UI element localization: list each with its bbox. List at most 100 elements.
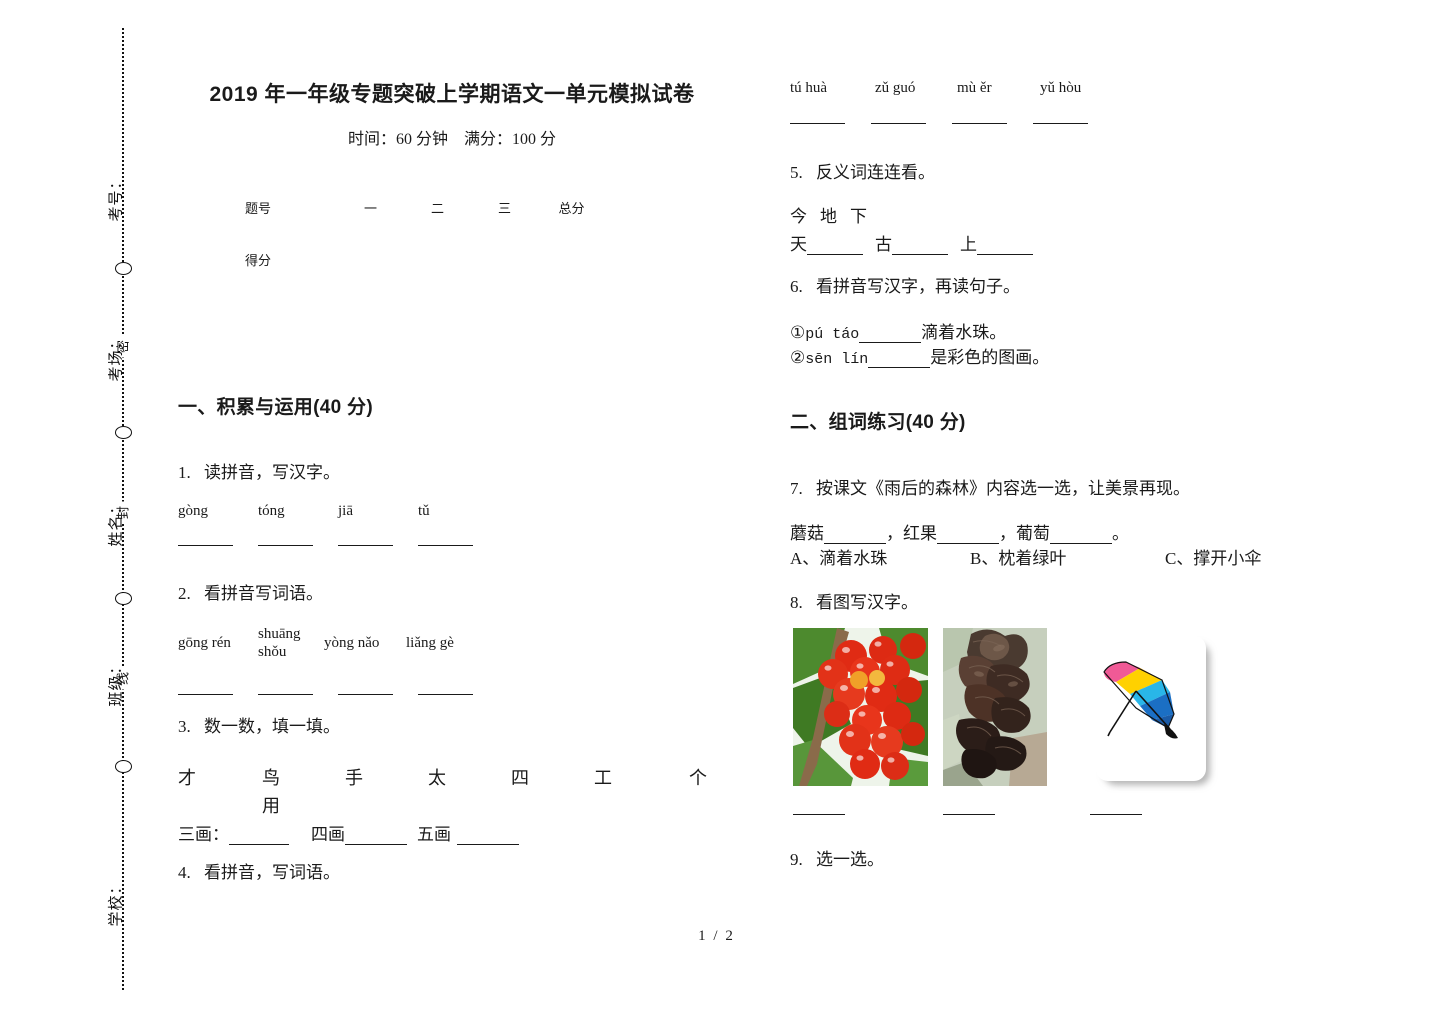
q3-stroke-blank-1[interactable]: [229, 830, 289, 845]
q1-pinyin-1: gòng: [178, 503, 208, 519]
q7-option-c[interactable]: C、撑开小伞: [1165, 549, 1261, 568]
q2-blank-3[interactable]: [338, 694, 393, 695]
question-8-blank-2-wrap: [943, 797, 995, 815]
question-6-text: 看拼音写汉字，再读句子。: [816, 277, 1020, 296]
q2-blank-1[interactable]: [178, 694, 233, 695]
question-3-stroke-blanks: 三画： 四画 五画: [178, 820, 519, 845]
q7-word-1: 蘑菇: [790, 524, 824, 543]
q7-word-2: 红果: [903, 524, 937, 543]
section-heading-2: 二、组词练习(40 分): [790, 412, 966, 433]
q7-option-b[interactable]: B、枕着绿叶: [970, 544, 1165, 569]
q7-punct-1: ，: [886, 524, 903, 543]
q7-blank-2[interactable]: [937, 529, 999, 544]
red-berries-svg: [793, 628, 928, 786]
page-title: 2019 年一年级专题突破上学期语文一单元模拟试卷: [209, 83, 695, 106]
seal-ring-3: [115, 592, 132, 605]
q8-blank-2[interactable]: [943, 814, 995, 815]
question-9-prompt: 9. 选一选。: [790, 845, 884, 870]
question-8-blank-3-wrap: [1090, 797, 1142, 815]
q1-pinyin-2: tóng: [258, 503, 285, 519]
q2-pinyin-1: gōng rén: [178, 635, 231, 651]
q6-tail-1: 滴着水珠。: [921, 323, 1007, 342]
score-cell-2[interactable]: [404, 250, 471, 302]
q5-blank-3[interactable]: [977, 240, 1033, 255]
q4-pinyin-2: zǔ guó: [875, 80, 916, 96]
page-footer: 1 / 2: [698, 928, 735, 944]
seal-ring-2: [115, 426, 132, 439]
q8-blank-3[interactable]: [1090, 814, 1142, 815]
question-1-prompt: 1. 读拼音，写汉字。: [178, 458, 340, 483]
q3-char-1: 才: [178, 768, 196, 788]
question-5-text: 反义词连连看。: [816, 163, 935, 182]
seal-ring-1: [115, 262, 132, 275]
q2-pinyin-3: yòng nǎo: [324, 635, 380, 651]
q4-pinyin-4: yǔ hòu: [1040, 80, 1082, 96]
question-3-prompt: 3. 数一数，填一填。: [178, 712, 340, 737]
q7-punct-3: 。: [1112, 524, 1129, 543]
question-2-number: 2.: [178, 584, 191, 603]
q5-top-2: 地: [820, 207, 837, 226]
q5-blank-2[interactable]: [892, 240, 948, 255]
q2-blank-4[interactable]: [418, 694, 473, 695]
question-6-prompt: 6. 看拼音写汉字，再读句子。: [790, 272, 1020, 297]
seal-label-kaohao: 考号：: [107, 173, 125, 222]
question-3-number: 3.: [178, 717, 191, 736]
q6-tail-2: 是彩色的图画。: [930, 348, 1050, 367]
exam-meta-line: 时间：60 分钟 满分：100 分: [347, 131, 556, 148]
score-table-header-1: 一: [363, 201, 377, 216]
question-1-text: 读拼音，写汉字。: [204, 463, 340, 482]
question-9-number: 9.: [790, 850, 803, 869]
q7-option-a[interactable]: A、滴着水珠: [790, 544, 970, 569]
score-table-score-row: 得分: [245, 250, 605, 302]
question-8-blank-1-wrap: [793, 797, 845, 815]
q3-stroke-blank-2[interactable]: [345, 830, 407, 845]
q2-pinyin-4: liǎng gè: [406, 635, 454, 651]
q4-blank-4[interactable]: [1033, 123, 1088, 124]
q2-blank-2[interactable]: [258, 694, 313, 695]
q4-blank-2[interactable]: [871, 123, 926, 124]
question-5-prompt: 5. 反义词连连看。: [790, 158, 935, 183]
question-1-answer-blanks: [178, 528, 473, 546]
q2-pinyin-2-line2: shǒu: [258, 644, 287, 660]
question-2-answer-blanks: [178, 677, 473, 695]
q3-char-6: 工: [594, 768, 612, 788]
q3-stroke-blank-3[interactable]: [457, 830, 519, 845]
q5-top-1: 今: [790, 207, 807, 226]
exam-page: 密 封 线 考号： 考场： 姓名： 班级： 学校： 2019 年一年级专题突破上…: [0, 0, 1433, 1011]
q1-pinyin-3: jiā: [338, 503, 353, 519]
question-2-prompt: 2. 看拼音写词语。: [178, 579, 323, 604]
question-6-item-1: ①pú táo 滴着水珠。: [790, 318, 1006, 343]
q1-blank-4[interactable]: [418, 545, 473, 546]
question-3-char-row-1: 才鸟手太四工个: [178, 764, 729, 790]
q6-blank-2[interactable]: [868, 353, 931, 368]
score-table-header-3: 三: [497, 201, 511, 216]
seal-label-banji: 班级：: [107, 658, 125, 707]
score-cell-total[interactable]: [538, 250, 605, 302]
q1-blank-3[interactable]: [338, 545, 393, 546]
question-5-bottom-row: 天古上: [790, 230, 1033, 255]
q4-blank-3[interactable]: [952, 123, 1007, 124]
q7-blank-1[interactable]: [824, 529, 886, 544]
q5-top-3: 下: [850, 207, 867, 226]
q1-blank-2[interactable]: [258, 545, 313, 546]
seal-ring-4: [115, 760, 132, 773]
score-table-header-row: 题号 一 二 三 总分: [245, 198, 605, 250]
q7-punct-2: ，: [999, 524, 1016, 543]
question-3-char-row-2: 用: [262, 792, 280, 818]
score-table-header-2: 二: [430, 201, 444, 216]
q1-blank-1[interactable]: [178, 545, 233, 546]
q8-blank-1[interactable]: [793, 814, 845, 815]
q6-blank-1[interactable]: [859, 328, 922, 343]
question-7-options: A、滴着水珠 B、枕着绿叶 C、撑开小伞: [790, 544, 1261, 569]
score-cell-1[interactable]: [337, 250, 404, 302]
q7-blank-3[interactable]: [1050, 529, 1112, 544]
score-cell-3[interactable]: [471, 250, 538, 302]
q6-marker-2: ②: [790, 348, 806, 367]
score-table-row-label: 得分: [245, 253, 272, 268]
q5-blank-1[interactable]: [807, 240, 863, 255]
q5-bottom-2: 古: [875, 235, 892, 254]
q4-pinyin-1: tú huà: [790, 80, 828, 96]
q4-blank-1[interactable]: [790, 123, 845, 124]
question-1-number: 1.: [178, 463, 191, 482]
question-1-pinyin-row: gòng tóng jiā tǔ: [178, 503, 498, 520]
